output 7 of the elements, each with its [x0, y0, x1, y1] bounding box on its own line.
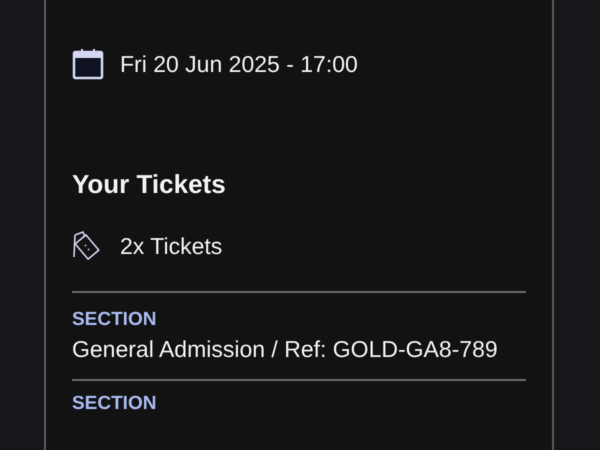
section-label: SECTION: [72, 309, 158, 331]
section-value: General Admission / Ref: GOLD-GA8-789: [72, 335, 499, 364]
ticket-quantity: 2x Tickets: [120, 232, 222, 260]
tickets-heading: Your Tickets: [72, 168, 227, 200]
event-date-time: Fri 20 Jun 2025 - 17:00: [120, 50, 358, 78]
section-label: SECTION: [72, 393, 158, 415]
calendar-icon: [72, 48, 104, 80]
